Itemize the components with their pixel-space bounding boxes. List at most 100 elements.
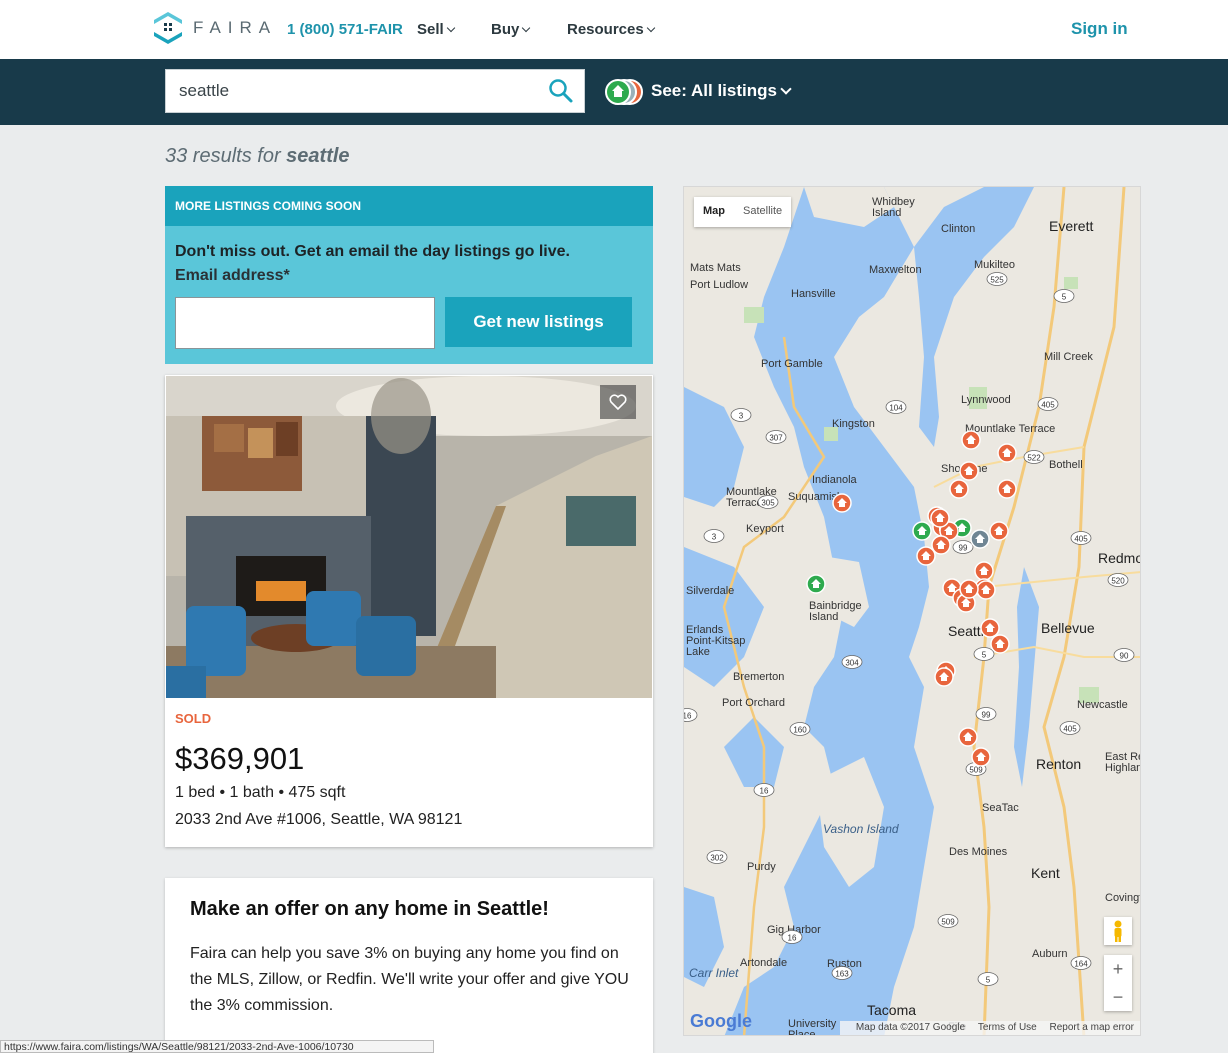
listing-card[interactable]: SOLD $369,901 1 bed • 1 bath • 475 sqft … (165, 375, 653, 847)
faira-logo-icon[interactable] (152, 10, 184, 46)
svg-text:5: 5 (986, 976, 991, 985)
map-type-satellite[interactable]: Satellite (734, 197, 791, 227)
listing-map-marker-icon[interactable] (832, 493, 852, 513)
route-shield: 99 (952, 540, 974, 554)
listing-specs: 1 bed • 1 bath • 475 sqft (175, 784, 346, 801)
map-report-link[interactable]: Report a map error (1050, 1022, 1134, 1033)
map-type-map[interactable]: Map (694, 197, 734, 227)
listing-map-marker-icon[interactable] (949, 479, 969, 499)
zoom-in-button[interactable]: + (1104, 955, 1132, 983)
listing-map-marker-icon[interactable] (934, 667, 954, 687)
map-label: Covington (1105, 892, 1141, 904)
svg-text:5: 5 (982, 651, 987, 660)
route-shield: 509 (937, 914, 959, 928)
listing-map-marker-icon[interactable] (961, 430, 981, 450)
search-box[interactable] (165, 69, 585, 113)
svg-text:305: 305 (761, 499, 775, 508)
listing-map-marker-icon[interactable] (990, 634, 1010, 654)
listing-map-marker-icon[interactable] (931, 535, 951, 555)
map-type-control: Map Satellite (694, 197, 792, 227)
listing-map-marker-icon[interactable] (997, 479, 1017, 499)
route-shield: 163 (831, 966, 853, 980)
chevron-down-icon (446, 23, 455, 33)
svg-text:405: 405 (1041, 401, 1055, 410)
listing-photo[interactable] (166, 376, 652, 698)
phone-link[interactable]: 1 (800) 571-FAIR (287, 21, 403, 38)
map-label: Mill Creek (1044, 351, 1093, 363)
listing-map-marker-icon[interactable] (959, 579, 979, 599)
email-label: Email address* (175, 267, 290, 284)
route-shield: 405 (1037, 397, 1059, 411)
map-label: Carr Inlet (689, 966, 739, 980)
map-label: Everett (1049, 218, 1093, 234)
results-query: seattle (286, 145, 350, 167)
chevron-down-icon (646, 23, 655, 33)
signup-header: MORE LISTINGS COMING SOON (165, 186, 653, 226)
listing-map-marker-icon[interactable] (930, 508, 950, 528)
listing-map-marker-icon[interactable] (971, 747, 991, 767)
map-footer: Map data ©2017 Google Terms of Use Repor… (839, 1021, 1140, 1035)
nav-resources[interactable]: Resources (567, 21, 655, 38)
nav-resources-label: Resources (567, 21, 644, 38)
map-canvas[interactable]: Whidbey IslandClinton EverettMats MatsPort… (684, 187, 1141, 1036)
listing-map-marker-icon[interactable] (959, 461, 979, 481)
map-label: Silverdale (686, 585, 734, 597)
get-new-listings-button[interactable]: Get new listings (445, 297, 632, 347)
street-view-pegman-icon[interactable] (1104, 917, 1132, 945)
route-shield: 405 (1070, 531, 1092, 545)
search-icon[interactable] (548, 78, 574, 104)
route-shield: 405 (1059, 721, 1081, 735)
listing-map-marker-icon[interactable] (989, 521, 1009, 541)
listing-map-marker-icon[interactable] (912, 521, 932, 541)
svg-text:99: 99 (959, 544, 968, 553)
svg-text:522: 522 (1027, 454, 1041, 463)
nav-buy[interactable]: Buy (491, 21, 531, 38)
results-count-text: 33 results for (165, 145, 287, 167)
zoom-out-button[interactable]: − (1104, 983, 1132, 1011)
svg-text:104: 104 (889, 404, 903, 413)
listing-map-marker-icon[interactable] (976, 580, 996, 600)
map-label: Renton (1036, 756, 1081, 772)
nav-buy-label: Buy (491, 21, 520, 38)
brand-name[interactable]: FAIRA (193, 18, 277, 38)
route-shield: 525 (986, 272, 1008, 286)
map-label: Kingston (832, 418, 875, 430)
listing-map-marker-icon[interactable] (958, 727, 978, 747)
listing-type-icon[interactable] (604, 78, 644, 106)
chevron-down-icon[interactable] (780, 83, 792, 95)
listing-map-marker-icon[interactable] (974, 561, 994, 581)
nav-sell-label: Sell (417, 21, 444, 38)
offer-promo-card: Make an offer on any home in Seattle! Fa… (165, 878, 653, 1053)
google-logo[interactable]: Google (690, 1011, 752, 1032)
map-label: Bothell (1049, 459, 1083, 471)
offer-title: Make an offer on any home in Seattle! (190, 898, 549, 920)
results-map[interactable]: Whidbey Island Clinton Everett Mats Mats Port… (683, 186, 1141, 1036)
map-terms-link[interactable]: Terms of Use (978, 1022, 1037, 1033)
email-field[interactable] (175, 297, 435, 349)
route-shield: 99 (975, 707, 997, 721)
search-input[interactable] (179, 80, 539, 102)
sign-in-link[interactable]: Sign in (1071, 19, 1128, 39)
route-shield: 307 (765, 430, 787, 444)
nav-sell[interactable]: Sell (417, 21, 455, 38)
svg-text:520: 520 (1111, 577, 1125, 586)
route-shield: 16 (753, 783, 775, 797)
route-shield: 522 (1023, 450, 1045, 464)
listing-map-marker-icon[interactable] (970, 529, 990, 549)
listing-map-marker-icon[interactable] (997, 443, 1017, 463)
listing-map-marker-icon[interactable] (916, 546, 936, 566)
pegman-figure-icon (1114, 920, 1122, 942)
route-shield: 304 (841, 655, 863, 669)
svg-text:16: 16 (760, 787, 769, 796)
svg-text:307: 307 (769, 434, 783, 443)
listing-map-marker-icon[interactable] (806, 574, 826, 594)
see-listings-dropdown[interactable]: See: All listings (651, 81, 777, 101)
svg-text:5: 5 (1062, 293, 1067, 302)
chevron-down-icon (522, 23, 531, 33)
signup-message: Don't miss out. Get an email the day lis… (175, 243, 570, 260)
map-label: Newcastle (1077, 699, 1128, 711)
listing-map-marker-icon[interactable] (980, 618, 1000, 638)
listing-address: 2033 2nd Ave #1006, Seattle, WA 98121 (175, 811, 463, 828)
favorite-button[interactable] (600, 385, 636, 419)
heart-icon (609, 394, 627, 411)
